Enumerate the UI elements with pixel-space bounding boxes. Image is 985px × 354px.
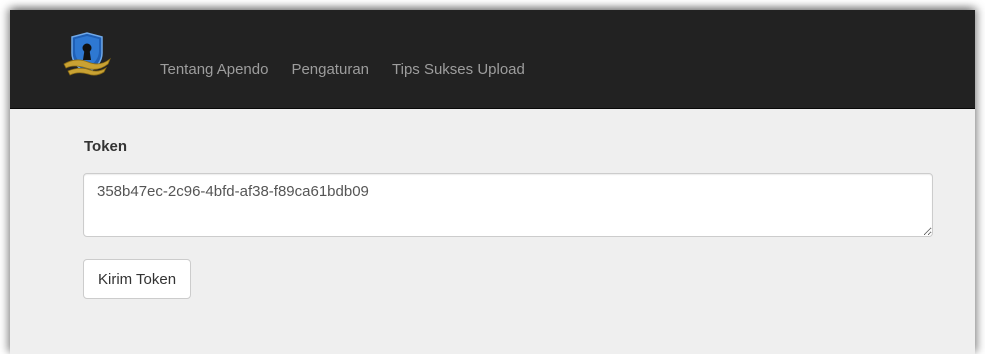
nav-link-pengaturan[interactable]: Pengaturan: [291, 60, 369, 80]
nav-links: Tentang Apendo Pengaturan Tips Sukses Up…: [160, 60, 548, 80]
nav-link-tentang-apendo[interactable]: Tentang Apendo: [160, 60, 268, 80]
shield-keyhole-icon[interactable]: [62, 31, 112, 81]
token-label: Token: [84, 138, 128, 155]
nav-link-tips-sukses-upload[interactable]: Tips Sukses Upload: [392, 60, 525, 80]
kirim-token-button[interactable]: Kirim Token: [83, 259, 192, 299]
navbar: Tentang Apendo Pengaturan Tips Sukses Up…: [10, 10, 975, 109]
app-window: Tentang Apendo Pengaturan Tips Sukses Up…: [10, 10, 975, 354]
token-input[interactable]: 358b47ec-2c96-4bfd-af38-f89ca61bdb09: [83, 173, 933, 237]
